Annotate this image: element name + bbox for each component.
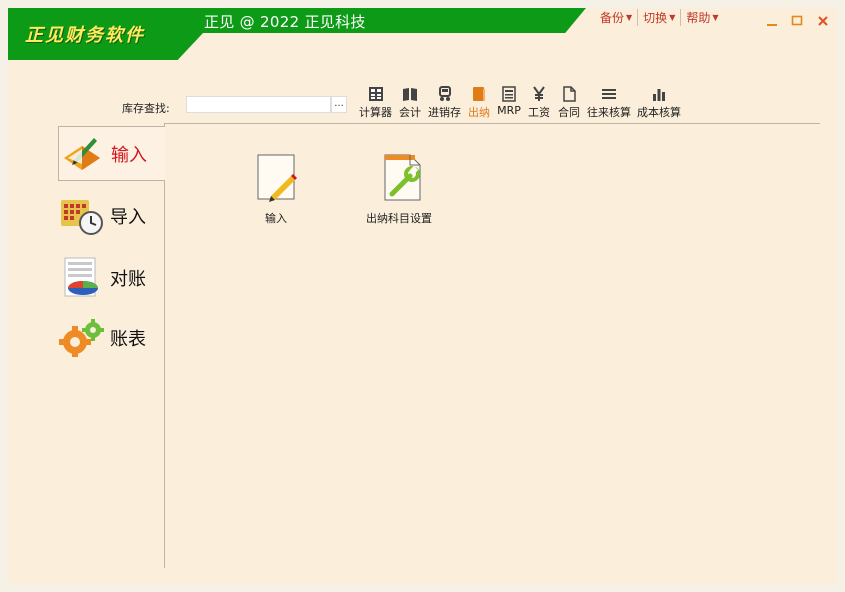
bar-chart-icon	[653, 89, 665, 101]
yen-icon	[533, 86, 545, 101]
cart-icon	[438, 86, 451, 101]
caret-down-icon: ▼	[669, 13, 676, 22]
module-toolbar: 计算器 会计 进销存 出纳 MRP 工资 合同 往来核算 成本核算	[356, 86, 684, 120]
sidebar-item-import[interactable]: 导入	[58, 188, 165, 244]
menu-switch[interactable]: 切换 ▼	[637, 9, 680, 26]
minimize-button[interactable]	[764, 13, 780, 29]
toolbar-mrp[interactable]: MRP	[494, 86, 524, 120]
menu-backup[interactable]: 备份 ▼	[600, 9, 637, 26]
document-icon	[563, 86, 576, 102]
inventory-search-input[interactable]	[186, 96, 331, 113]
caret-down-icon: ▼	[626, 13, 633, 22]
pencil-page-icon	[257, 154, 297, 202]
app-window: 正见财务软件 正见 @ 2022 正见科技 备份 ▼ 切换 ▼ 帮助 ▼ 库存查找: …	[8, 8, 837, 584]
toolbar-receivables[interactable]: 往来核算	[584, 86, 634, 120]
cashier-icon	[473, 87, 485, 101]
mrp-icon	[502, 86, 516, 102]
toolbar-accounting[interactable]: 会计	[395, 86, 425, 120]
toolbar-inventory[interactable]: 进销存	[425, 86, 464, 120]
sidebar-item-reports[interactable]: 账表	[58, 310, 165, 366]
toolbar-cost[interactable]: 成本核算	[634, 86, 684, 120]
menu-help[interactable]: 帮助 ▼	[680, 9, 723, 26]
calendar-clock-icon	[58, 194, 106, 238]
calculator-icon	[368, 87, 383, 101]
toolbar-contract[interactable]: 合同	[554, 86, 584, 120]
lines-icon	[602, 89, 616, 99]
gears-icon	[58, 316, 106, 360]
close-button[interactable]	[815, 13, 831, 29]
maximize-icon	[791, 15, 803, 26]
toolbar-calculator[interactable]: 计算器	[356, 86, 395, 120]
toolbar-cashier[interactable]: 出纳	[464, 86, 494, 120]
minimize-icon	[767, 24, 777, 26]
toolbar-divider	[164, 123, 820, 124]
search-browse-button[interactable]: ...	[331, 96, 347, 113]
search-label: 库存查找:	[122, 102, 170, 115]
pie-chart-icon	[58, 256, 106, 300]
toolbar-payroll[interactable]: 工资	[524, 86, 554, 120]
app-logo: 正见财务软件	[25, 25, 145, 46]
book-icon	[403, 88, 417, 101]
close-icon	[818, 16, 828, 26]
sidebar-item-reconcile[interactable]: 对账	[58, 250, 165, 306]
wrench-page-icon	[384, 154, 421, 201]
pen-book-icon	[59, 132, 107, 176]
caret-down-icon: ▼	[712, 13, 719, 22]
top-menu: 备份 ▼ 切换 ▼ 帮助 ▼	[600, 9, 724, 26]
sidebar-item-input[interactable]: 输入	[58, 126, 165, 181]
maximize-button[interactable]	[789, 13, 805, 29]
content-item-input[interactable]: 输入	[254, 154, 298, 226]
content-item-cashier-account-settings[interactable]: 出纳科目设置	[366, 154, 432, 226]
window-title: 正见 @ 2022 正见科技	[204, 13, 366, 31]
